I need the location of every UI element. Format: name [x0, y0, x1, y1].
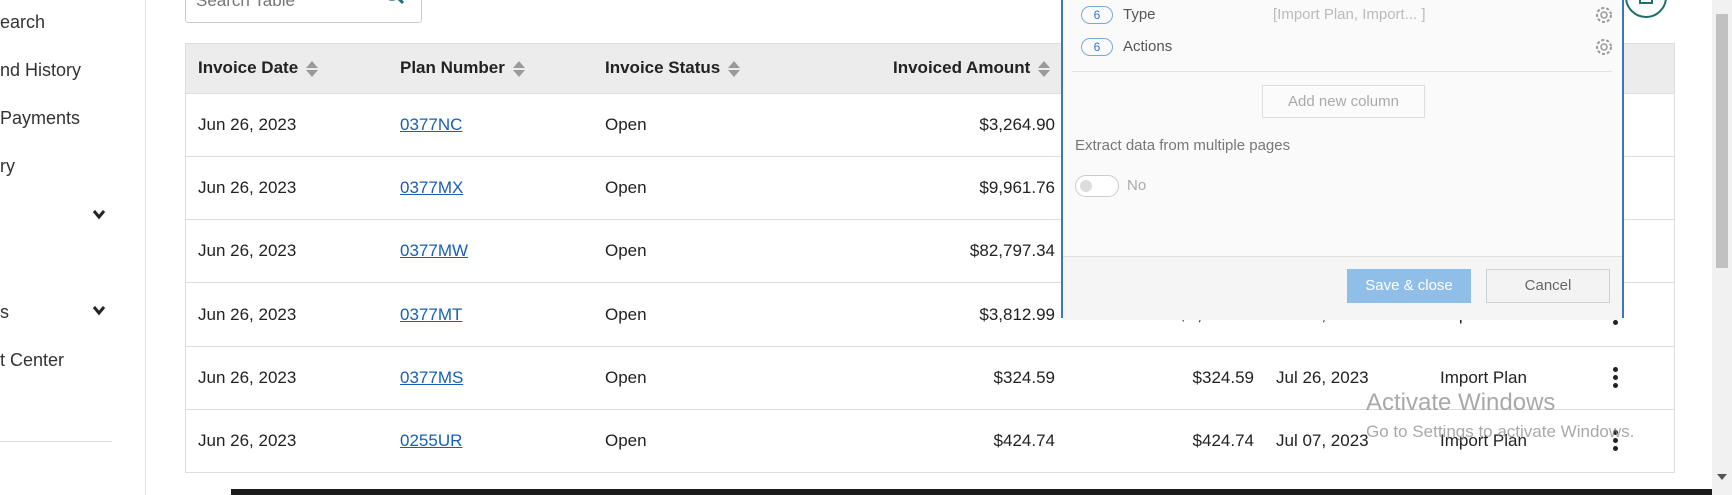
bottom-bar: [231, 489, 1712, 495]
cell-status: Open: [605, 305, 647, 324]
cell-date: Jun 26, 2023: [198, 368, 297, 387]
cell-date: Jun 26, 2023: [198, 241, 297, 260]
cell-type: Import Plan: [1440, 368, 1527, 387]
cancel-button[interactable]: Cancel: [1486, 269, 1610, 303]
sidebar-item-payments[interactable]: Payments: [0, 108, 80, 129]
more-actions-icon[interactable]: [1611, 367, 1619, 391]
cell-status: Open: [605, 368, 647, 387]
cell-balance: $324.59: [1192, 368, 1254, 387]
column-editor-dialog: 6 Type [Import Plan, Import... ] 6 Actio…: [1061, 0, 1624, 320]
cell-amount: $3,264.90: [979, 115, 1055, 134]
column-index-badge: 6: [1081, 38, 1113, 56]
cell-amount: $9,961.76: [979, 178, 1055, 197]
cell-status: Open: [605, 241, 647, 260]
sort-icon[interactable]: [728, 60, 741, 78]
sort-icon[interactable]: [1038, 60, 1051, 78]
cell-amount: $82,797.34: [969, 241, 1055, 260]
cell-status: Open: [605, 178, 647, 197]
sidebar-item-ry[interactable]: ry: [0, 156, 15, 177]
cell-due-date: Jul 07, 2023: [1276, 431, 1369, 450]
col-label: Invoice Status: [605, 58, 721, 77]
cell-plan: 0377MS: [400, 368, 463, 388]
plan-link[interactable]: 0377MX: [400, 178, 463, 197]
cell-plan: 0377MT: [400, 305, 462, 325]
col-invoice-date[interactable]: Invoice Date: [198, 58, 319, 78]
cell-date: Jun 26, 2023: [198, 305, 297, 324]
column-row-actions[interactable]: 6 Actions: [1081, 36, 1621, 60]
cell-status: Open: [605, 115, 647, 134]
save-close-button[interactable]: Save & close: [1347, 269, 1471, 303]
sidebar-item-center[interactable]: t Center: [0, 350, 64, 371]
activate-windows-watermark: Activate Windows: [1366, 389, 1556, 416]
sort-icon[interactable]: [512, 60, 525, 78]
search-box: [185, 0, 422, 23]
sidebar-divider: [0, 441, 112, 442]
col-invoiced-amount[interactable]: Invoiced Amount: [893, 58, 1051, 78]
column-name: Actions: [1123, 38, 1173, 55]
chevron-down-icon[interactable]: [92, 303, 106, 317]
column-row-type[interactable]: 6 Type [Import Plan, Import... ]: [1081, 4, 1621, 28]
column-name: Type: [1123, 6, 1156, 23]
extract-pages-label: Extract data from multiple pages: [1075, 137, 1291, 154]
cell-date: Jun 26, 2023: [198, 178, 297, 197]
search-input[interactable]: [196, 0, 366, 13]
gear-icon[interactable]: [1593, 36, 1615, 58]
cell-amount: $3,812.99: [979, 305, 1055, 324]
plan-link[interactable]: 0255UR: [400, 431, 462, 450]
plan-link[interactable]: 0377MW: [400, 241, 468, 260]
scroll-down-arrow-icon[interactable]: [1717, 474, 1727, 480]
cell-status: Open: [605, 431, 647, 450]
column-index-badge: 6: [1081, 6, 1113, 24]
plan-link[interactable]: 0377MT: [400, 305, 462, 324]
cell-date: Jun 26, 2023: [198, 115, 297, 134]
chevron-down-icon[interactable]: [92, 207, 106, 221]
cell-plan: 0377NC: [400, 115, 462, 135]
col-plan-number[interactable]: Plan Number: [400, 58, 525, 78]
cell-date: Jun 26, 2023: [198, 431, 297, 450]
cell-balance: $424.74: [1192, 431, 1254, 450]
page: earch nd History Payments ry s t Center …: [0, 0, 1732, 495]
col-invoice-status[interactable]: Invoice Status: [605, 58, 741, 78]
tray-icon: [1639, 0, 1653, 4]
search-icon[interactable]: [381, 0, 407, 9]
gear-icon[interactable]: [1593, 4, 1615, 26]
plan-link[interactable]: 0377MS: [400, 368, 463, 387]
col-label: Invoice Date: [198, 58, 299, 77]
toggle-state-label: No: [1127, 177, 1147, 194]
scrollbar-thumb[interactable]: [1716, 14, 1728, 268]
sidebar-item-search[interactable]: earch: [0, 12, 45, 33]
col-label: Plan Number: [400, 58, 505, 77]
export-button[interactable]: [1625, 0, 1667, 18]
cell-amount: $324.59: [993, 368, 1055, 387]
extract-pages-toggle[interactable]: [1075, 175, 1119, 197]
column-value: [Import Plan, Import... ]: [1273, 6, 1426, 23]
cell-due-date: Jul 26, 2023: [1276, 368, 1369, 387]
cell-plan: 0377MW: [400, 241, 468, 261]
sidebar-item-history[interactable]: nd History: [0, 60, 81, 81]
activate-windows-subtitle: Go to Settings to activate Windows.: [1366, 422, 1635, 441]
plan-link[interactable]: 0377NC: [400, 115, 462, 134]
cell-amount: $424.74: [993, 431, 1055, 450]
divider: [1072, 71, 1612, 72]
sidebar: earch nd History Payments ry s t Center: [0, 0, 146, 495]
toggle-knob: [1080, 180, 1092, 192]
sidebar-item-s[interactable]: s: [0, 302, 9, 323]
sort-icon[interactable]: [306, 60, 319, 78]
cell-plan: 0255UR: [400, 431, 462, 451]
add-column-button[interactable]: Add new column: [1262, 85, 1425, 118]
vertical-scrollbar[interactable]: [1712, 0, 1732, 495]
cell-plan: 0377MX: [400, 178, 463, 198]
col-label: Invoiced Amount: [893, 58, 1031, 77]
dialog-footer: Save & close Cancel: [1063, 256, 1622, 320]
